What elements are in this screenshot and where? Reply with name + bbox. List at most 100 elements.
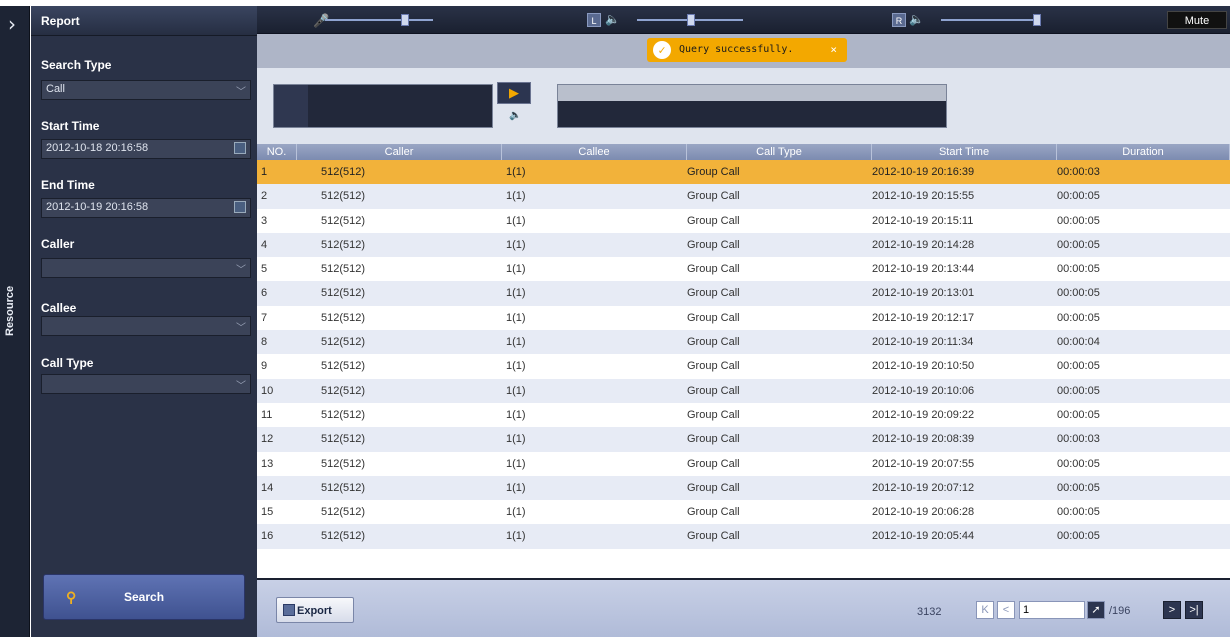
column-header-callee[interactable]: Callee <box>502 144 687 160</box>
previous-page-button[interactable]: < <box>997 601 1015 619</box>
table-row[interactable]: 3 512(512) 1(1) Group Call 2012-10-19 20:15:… <box>257 208 1230 233</box>
cell-no: 9 <box>261 360 268 373</box>
cell-duration: 00:00:03 <box>1057 433 1100 446</box>
right-volume-slider[interactable] <box>941 19 1041 21</box>
right-volume-knob[interactable] <box>1033 14 1041 26</box>
cell-callee: 1(1) <box>506 481 526 494</box>
cell-call-type: Group Call <box>687 433 740 446</box>
table-row[interactable]: 16 512(512) 1(1) Group Call 2012-10-19 20:05… <box>257 524 1230 549</box>
cell-caller: 512(512) <box>321 433 366 446</box>
start-time-field[interactable]: 2012-10-18 20:16:58 <box>41 139 251 159</box>
cell-call-type: Group Call <box>687 287 740 300</box>
calendar-icon[interactable] <box>234 142 246 154</box>
table-row[interactable]: 2 512(512) 1(1) Group Call 2012-10-19 20:15:… <box>257 184 1230 209</box>
total-records: 3132 <box>917 606 942 618</box>
table-row[interactable]: 4 512(512) 1(1) Group Call 2012-10-19 20:14:… <box>257 232 1230 258</box>
table-row[interactable]: 12 512(512) 1(1) Group Call 2012-10-19 20:08… <box>257 427 1230 452</box>
cell-callee: 1(1) <box>506 287 526 300</box>
chevron-down-icon: ﹀ <box>236 87 246 98</box>
cell-duration: 00:00:05 <box>1057 360 1100 373</box>
video-display <box>273 84 493 128</box>
cell-callee: 1(1) <box>506 506 526 519</box>
cell-start-time: 2012-10-19 20:07:12 <box>872 481 975 494</box>
progress-bar[interactable] <box>558 85 946 101</box>
column-header-start-time[interactable]: Start Time <box>872 144 1057 160</box>
table-row[interactable]: 14 512(512) 1(1) Group Call 2012-10-19 20:07… <box>257 475 1230 501</box>
cell-callee: 1(1) <box>506 214 526 227</box>
left-volume-knob[interactable] <box>687 14 695 26</box>
caller-label: Caller <box>41 237 75 251</box>
table-row[interactable]: 6 512(512) 1(1) Group Call 2012-10-19 20:13:… <box>257 281 1230 306</box>
check-icon: ✓ <box>653 41 671 59</box>
column-header-no[interactable]: NO. <box>257 144 297 160</box>
chevron-down-icon: ﹀ <box>236 323 246 334</box>
cell-call-type: Group Call <box>687 336 740 349</box>
cell-caller: 512(512) <box>321 457 366 470</box>
table-row[interactable]: 7 512(512) 1(1) Group Call 2012-10-19 20:12:… <box>257 305 1230 331</box>
calendar-icon[interactable] <box>234 201 246 213</box>
cell-callee: 1(1) <box>506 433 526 446</box>
cell-no: 7 <box>261 311 268 324</box>
table-row[interactable]: 5 512(512) 1(1) Group Call 2012-10-19 20:13:… <box>257 257 1230 282</box>
resource-rail[interactable]: › Resource <box>0 6 30 637</box>
mic-volume-knob[interactable] <box>401 14 409 26</box>
cell-no: 5 <box>261 263 268 276</box>
search-type-label: Search Type <box>41 58 112 72</box>
table-row[interactable]: 1 512(512) 1(1) Group Call 2012-10-19 20:16:… <box>257 160 1230 185</box>
cell-start-time: 2012-10-19 20:15:11 <box>872 214 974 227</box>
mic-volume-slider[interactable] <box>325 19 433 21</box>
table-row[interactable]: 13 512(512) 1(1) Group Call 2012-10-19 20:07… <box>257 451 1230 476</box>
volume-icon[interactable]: 🔈 <box>509 110 521 121</box>
caller-select[interactable]: ﹀ <box>41 258 251 278</box>
cell-callee: 1(1) <box>506 311 526 324</box>
cell-no: 16 <box>261 530 274 543</box>
table-row[interactable]: 9 512(512) 1(1) Group Call 2012-10-19 20:10:… <box>257 354 1230 379</box>
end-time-field[interactable]: 2012-10-19 20:16:58 <box>41 198 251 218</box>
cell-start-time: 2012-10-19 20:07:55 <box>872 457 975 470</box>
speaker-icon: 🔈 <box>605 12 620 26</box>
playback-track[interactable] <box>557 84 947 128</box>
cell-caller: 512(512) <box>321 311 366 324</box>
cell-duration: 00:00:05 <box>1057 506 1100 519</box>
close-icon[interactable]: × <box>830 38 837 62</box>
mute-button[interactable]: Mute <box>1167 11 1227 29</box>
call-type-select[interactable]: ﹀ <box>41 374 251 394</box>
table-row[interactable]: 15 512(512) 1(1) Group Call 2012-10-19 20:06… <box>257 500 1230 525</box>
cell-no: 15 <box>261 506 274 519</box>
cell-callee: 1(1) <box>506 457 526 470</box>
page-number-input[interactable] <box>1019 601 1085 619</box>
microphone-icon: 🎤 <box>313 13 330 28</box>
search-button[interactable]: ⚲ Search <box>43 574 245 620</box>
last-page-button[interactable]: >| <box>1185 601 1203 619</box>
column-header-caller[interactable]: Caller <box>297 144 502 160</box>
cell-no: 14 <box>261 481 274 494</box>
cell-start-time: 2012-10-19 20:14:28 <box>872 238 975 251</box>
table-row[interactable]: 10 512(512) 1(1) Group Call 2012-10-19 20:10… <box>257 378 1230 403</box>
callee-select[interactable]: ﹀ <box>41 316 251 336</box>
chevron-right-icon[interactable]: › <box>8 14 16 34</box>
cell-callee: 1(1) <box>506 336 526 349</box>
export-button[interactable]: Export <box>276 597 354 623</box>
playback-area: ▶ 🔈 <box>257 68 1230 144</box>
resource-label[interactable]: Resource <box>4 286 16 336</box>
search-type-select[interactable]: Call ﹀ <box>41 80 251 100</box>
next-page-button[interactable]: > <box>1163 601 1181 619</box>
table-row[interactable]: 8 512(512) 1(1) Group Call 2012-10-19 20:11:… <box>257 330 1230 355</box>
table-header: NO. Caller Callee Call Type Start Time D… <box>257 144 1230 160</box>
play-button[interactable]: ▶ <box>497 82 531 104</box>
cell-caller: 512(512) <box>321 166 366 178</box>
column-header-call-type[interactable]: Call Type <box>687 144 872 160</box>
notification-bar: ✓ Query successfully. × <box>257 34 1230 68</box>
go-to-page-button[interactable]: ➚ <box>1087 601 1105 619</box>
cell-duration: 00:00:04 <box>1057 336 1100 349</box>
cell-call-type: Group Call <box>687 457 740 470</box>
call-records-table: NO. Caller Callee Call Type Start Time D… <box>257 144 1230 574</box>
cell-caller: 512(512) <box>321 481 366 494</box>
first-page-button[interactable]: K <box>976 601 994 619</box>
column-header-duration[interactable]: Duration <box>1057 144 1230 160</box>
cell-caller: 512(512) <box>321 263 366 276</box>
table-row[interactable]: 11 512(512) 1(1) Group Call 2012-10-19 20:09… <box>257 402 1230 428</box>
cell-duration: 00:00:05 <box>1057 214 1100 227</box>
cell-start-time: 2012-10-19 20:13:01 <box>872 287 975 300</box>
cell-start-time: 2012-10-19 20:08:39 <box>872 433 975 446</box>
